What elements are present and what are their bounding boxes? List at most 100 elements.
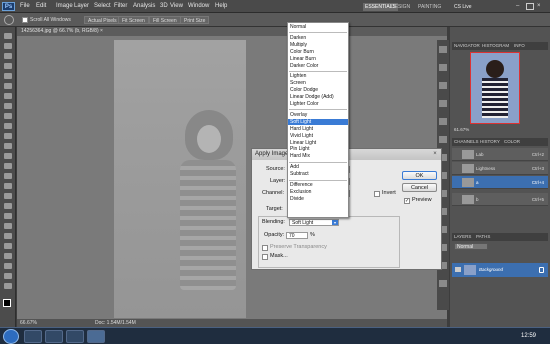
tool-icon[interactable] <box>4 43 12 49</box>
tab-navigator[interactable]: NAVIGATOR <box>454 42 480 50</box>
tool-icon[interactable] <box>4 63 12 69</box>
opacity-field[interactable]: 70 <box>286 232 308 239</box>
cs-live-button[interactable]: CS Live <box>452 3 474 11</box>
preserve-transparency-checkbox[interactable] <box>262 245 268 251</box>
mask-checkbox[interactable] <box>262 254 268 260</box>
fit-screen-button[interactable]: Fit Screen <box>118 16 149 24</box>
tool-icon[interactable] <box>4 253 12 259</box>
tool-icon[interactable] <box>4 213 12 219</box>
tab-layers[interactable]: LAYERS <box>454 233 471 241</box>
blend-mode-option[interactable]: Vivid Light <box>288 133 348 139</box>
channel-row-b[interactable]: b Ctrl+5 <box>452 193 548 206</box>
channel-row-lightness[interactable]: Lightness Ctrl+3 <box>452 162 548 175</box>
tool-icon[interactable] <box>4 103 12 109</box>
tool-icon[interactable] <box>4 83 12 89</box>
tool-icon[interactable] <box>4 243 12 249</box>
menu-filter[interactable]: Filter <box>114 2 127 11</box>
eye-icon[interactable] <box>455 267 461 272</box>
blend-mode-option[interactable]: Color Dodge <box>288 87 348 93</box>
menu-window[interactable]: Window <box>188 2 209 11</box>
taskbar-app-media[interactable] <box>66 330 84 343</box>
panel-icon[interactable] <box>439 118 447 125</box>
cancel-button[interactable]: Cancel <box>402 183 437 192</box>
channel-row-a[interactable]: a Ctrl+4 <box>452 176 548 189</box>
maximize-icon[interactable] <box>526 3 534 10</box>
panel-icon[interactable] <box>439 64 447 71</box>
menu-select[interactable]: Select <box>94 2 111 11</box>
layer-row-background[interactable]: Background <box>452 263 548 277</box>
tool-icon[interactable] <box>4 183 12 189</box>
menu-3d[interactable]: 3D <box>160 2 168 11</box>
panel-icon[interactable] <box>439 82 447 89</box>
tab-paths[interactable]: PATHS <box>476 233 490 241</box>
menu-help[interactable]: Help <box>215 2 227 11</box>
blend-mode-option[interactable]: Soft Light <box>288 118 348 125</box>
blend-mode-option[interactable]: Hard Mix <box>288 153 348 159</box>
menu-image[interactable]: Image <box>56 2 73 11</box>
taskbar-app-explorer[interactable] <box>45 330 63 343</box>
blend-mode-option[interactable]: Add <box>288 164 348 170</box>
fill-screen-button[interactable]: Fill Screen <box>149 16 181 24</box>
foreground-color-swatch[interactable] <box>3 299 11 307</box>
menu-analysis[interactable]: Analysis <box>133 2 155 11</box>
workspace-design[interactable]: DESIGN <box>389 3 412 11</box>
tool-icon[interactable] <box>4 33 12 39</box>
tool-icon[interactable] <box>4 123 12 129</box>
blend-mode-option[interactable]: Lighter Color <box>288 101 348 107</box>
zoom-tool-icon[interactable] <box>4 15 14 25</box>
blend-mode-option[interactable]: Overlay <box>288 112 348 118</box>
menu-view[interactable]: View <box>170 2 183 11</box>
tool-icon[interactable] <box>4 233 12 239</box>
blend-mode-option[interactable]: Normal <box>288 24 348 30</box>
tab-history[interactable]: HISTORY <box>480 138 500 146</box>
blending-select[interactable]: Soft Light ▾ <box>289 219 339 226</box>
blend-mode-option[interactable]: Color Burn <box>288 49 348 55</box>
blend-mode-option[interactable]: Multiply <box>288 42 348 48</box>
blend-mode-option[interactable]: Darker Color <box>288 63 348 69</box>
tool-icon[interactable] <box>4 173 12 179</box>
minimize-icon[interactable]: – <box>516 3 524 10</box>
blend-mode-option[interactable]: Lighten <box>288 73 348 79</box>
tab-info[interactable]: INFO <box>514 42 525 50</box>
tool-icon[interactable] <box>4 163 12 169</box>
preview-checkbox[interactable] <box>404 198 410 204</box>
menu-file[interactable]: File <box>20 2 30 11</box>
tool-icon[interactable] <box>4 53 12 59</box>
menu-layer[interactable]: Layer <box>74 2 89 11</box>
tool-icon[interactable] <box>4 73 12 79</box>
workspace-painting[interactable]: PAINTING <box>416 3 443 11</box>
channel-row-lab[interactable]: Lab Ctrl+2 <box>452 148 548 161</box>
tool-icon[interactable] <box>4 133 12 139</box>
ok-button[interactable]: OK <box>402 171 437 180</box>
scroll-all-checkbox[interactable] <box>22 17 28 23</box>
blend-mode-option[interactable]: Linear Dodge (Add) <box>288 94 348 100</box>
blend-mode-option[interactable]: Darken <box>288 35 348 41</box>
print-size-button[interactable]: Print Size <box>180 16 210 24</box>
tool-icon[interactable] <box>4 93 12 99</box>
document-tab[interactable]: 14256364.jpg @ 66.7% (b, RGB/8) × <box>17 27 447 36</box>
tab-histogram[interactable]: HISTOGRAM <box>482 42 509 50</box>
tool-icon[interactable] <box>4 273 12 279</box>
panel-icon[interactable] <box>439 280 447 287</box>
invert-checkbox[interactable] <box>374 191 380 197</box>
navigator-zoom[interactable]: 61.67% <box>454 127 469 132</box>
taskbar-app-ie[interactable] <box>24 330 42 343</box>
panel-icon[interactable] <box>439 136 447 143</box>
actual-pixels-button[interactable]: Actual Pixels <box>84 16 121 24</box>
blend-mode-option[interactable]: Linear Burn <box>288 56 348 62</box>
tool-icon[interactable] <box>4 223 12 229</box>
tool-icon[interactable] <box>4 143 12 149</box>
blend-mode-dropdown[interactable]: Normal Darken Multiply Color Burn Linear Bur… <box>287 22 349 218</box>
blend-mode-option[interactable]: Pin Light <box>288 146 348 152</box>
blend-mode-option[interactable]: Difference <box>288 182 348 188</box>
blend-mode-option[interactable]: Linear Light <box>288 140 348 146</box>
blend-mode-option[interactable]: Screen <box>288 80 348 86</box>
chevron-down-icon[interactable]: ▾ <box>332 220 338 225</box>
tab-color[interactable]: COLOR <box>504 138 520 146</box>
blend-mode-option[interactable]: Exclusion <box>288 189 348 195</box>
blend-mode-option[interactable]: Subtract <box>288 171 348 177</box>
tool-icon[interactable] <box>4 203 12 209</box>
blend-mode-option[interactable]: Hard Light <box>288 126 348 132</box>
close-icon[interactable]: × <box>537 3 545 10</box>
tool-icon[interactable] <box>4 153 12 159</box>
